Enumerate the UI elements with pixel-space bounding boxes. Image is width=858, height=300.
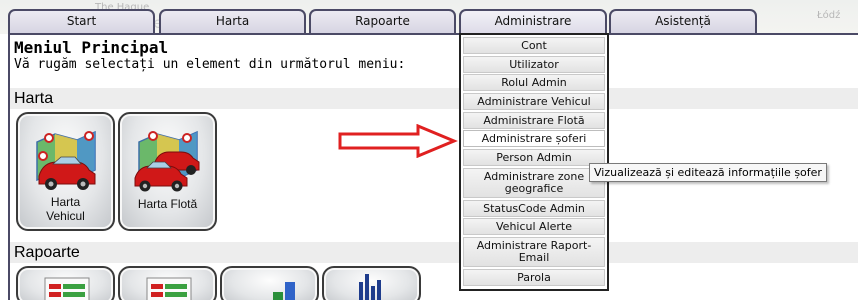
administrare-dropdown-menu: Cont Utilizator Rolul Admin Administrare… bbox=[459, 33, 609, 291]
harta-vehicul-label: Harta Vehicul bbox=[46, 195, 85, 223]
page-title: Meniul Principal bbox=[14, 38, 169, 57]
page-subtitle: Vă rugăm selectați un element din următo… bbox=[14, 57, 406, 72]
tab-start[interactable]: Start bbox=[8, 9, 155, 34]
chart-icon bbox=[273, 282, 295, 300]
menu-item-administrare-zone-geografice[interactable]: Administrare zone geografice bbox=[463, 167, 605, 198]
menu-item-vehicul-alerte[interactable]: Vehicul Alerte bbox=[463, 218, 605, 236]
rapoarte-button-2[interactable] bbox=[118, 266, 217, 300]
bar-chart-icon bbox=[359, 274, 381, 300]
main-tab-bar: Start Harta Rapoarte Administrare Asiste… bbox=[0, 9, 858, 34]
harta-flota-label: Harta Flotă bbox=[137, 197, 198, 211]
single-car-map-icon bbox=[36, 130, 96, 190]
report-document-icon bbox=[44, 277, 90, 300]
menu-item-statuscode-admin[interactable]: StatusCode Admin bbox=[463, 199, 605, 217]
fleet-cars-map-icon bbox=[134, 130, 200, 192]
tab-asistenta[interactable]: Asistență bbox=[609, 9, 757, 34]
menu-item-administrare-flota[interactable]: Administrare Flotă bbox=[463, 111, 605, 129]
menu-item-utilizator[interactable]: Utilizator bbox=[463, 55, 605, 73]
report-document-icon bbox=[146, 277, 192, 300]
harta-flota-button[interactable]: Harta Flotă bbox=[118, 112, 217, 231]
menu-item-rolul-admin[interactable]: Rolul Admin bbox=[463, 74, 605, 92]
tab-harta[interactable]: Harta bbox=[159, 9, 306, 34]
menu-item-parola[interactable]: Parola bbox=[463, 268, 605, 286]
menu-item-cont[interactable]: Cont bbox=[463, 37, 605, 54]
red-arrow-icon bbox=[338, 124, 458, 158]
section-header-harta: Harta bbox=[10, 88, 858, 109]
harta-vehicul-button[interactable]: Harta Vehicul bbox=[16, 112, 115, 231]
menu-item-person-admin[interactable]: Person Admin bbox=[463, 149, 605, 167]
rapoarte-button-1[interactable] bbox=[16, 266, 115, 300]
menu-item-tooltip: Vizualizează și editează informațiile șo… bbox=[589, 163, 827, 182]
menu-item-administrare-vehicul[interactable]: Administrare Vehicul bbox=[463, 93, 605, 111]
section-header-rapoarte: Rapoarte bbox=[10, 242, 858, 263]
menu-item-administrare-raport-email[interactable]: Administrare Raport-Email bbox=[463, 236, 605, 267]
rapoarte-button-4[interactable] bbox=[322, 266, 421, 300]
menu-item-administrare-soferi[interactable]: Administrare șoferi bbox=[463, 130, 605, 148]
tab-administrare[interactable]: Administrare bbox=[459, 9, 607, 34]
rapoarte-button-3[interactable] bbox=[220, 266, 319, 300]
tab-rapoarte[interactable]: Rapoarte bbox=[309, 9, 456, 34]
